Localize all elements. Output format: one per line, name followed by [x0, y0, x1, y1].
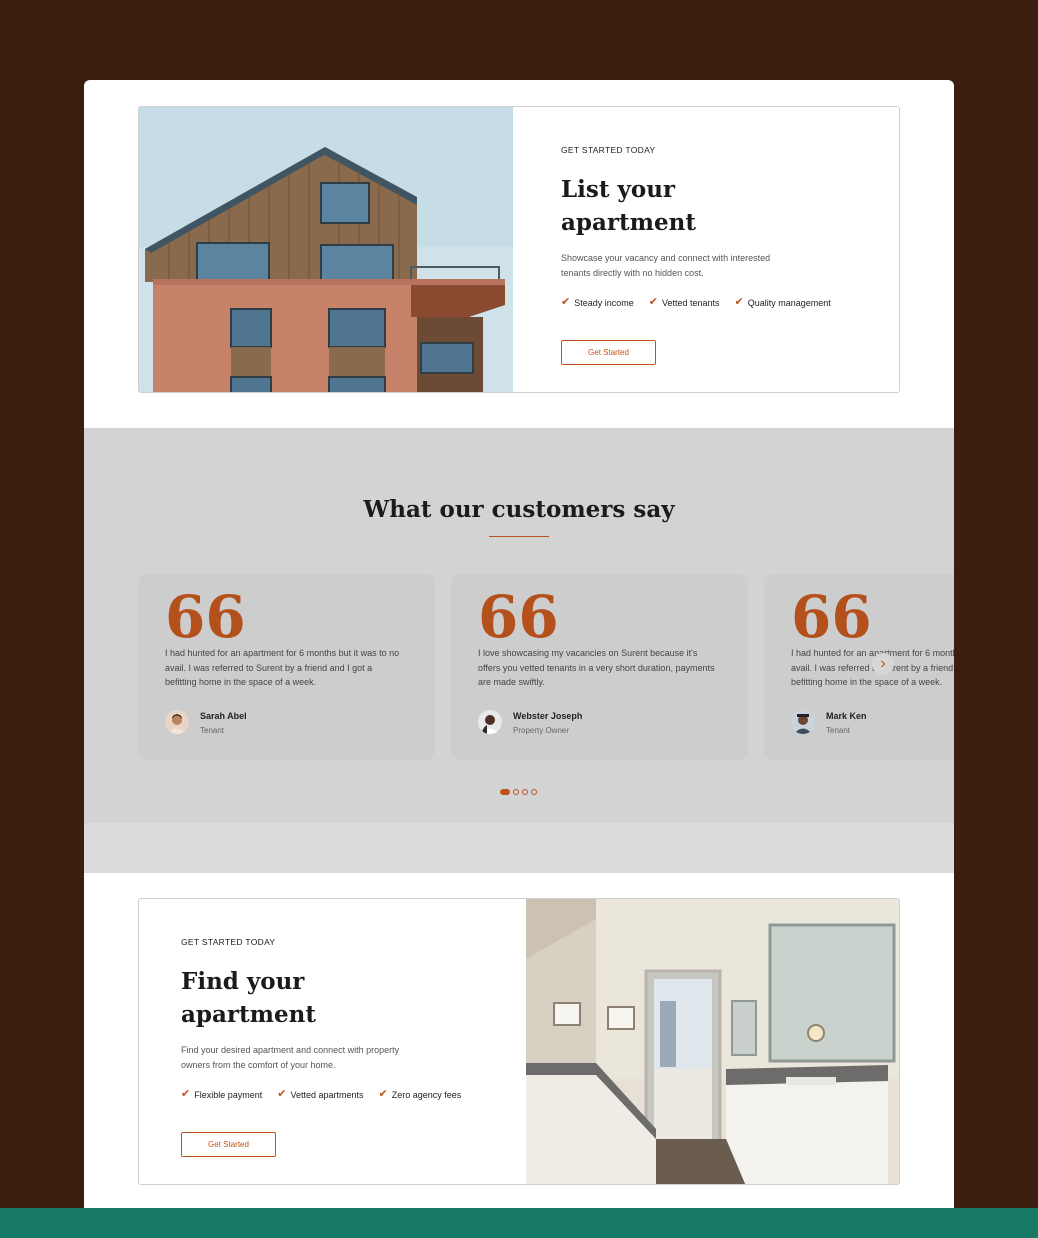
get-started-button[interactable]: Get Started — [181, 1132, 276, 1157]
get-started-button[interactable]: Get Started — [561, 340, 656, 365]
find-apartment-content: GET STARTED TODAY Find your apartment Fi… — [181, 899, 521, 1184]
benefit-item: ✔ Quality management — [735, 297, 831, 308]
check-icon: ✔ — [181, 1088, 191, 1100]
eyebrow-label: GET STARTED TODAY — [181, 937, 276, 947]
testimonial-role: Property Owner — [513, 726, 570, 735]
benefit-item: ✔ Flexible payment — [181, 1089, 262, 1100]
avatar — [165, 710, 189, 734]
benefits-list: ✔ Steady income ✔ Vetted tenants ✔ Quality … — [561, 297, 831, 308]
testimonial-card: 66 I had hunted for an apartment for 6 m… — [764, 574, 954, 760]
testimonial-card: 66 I love showcasing my vacancies on Sur… — [451, 574, 748, 760]
list-apartment-content: GET STARTED TODAY List your apartment Sh… — [561, 107, 899, 392]
quote-icon: 66 — [478, 583, 559, 651]
benefit-item: ✔ Zero agency fees — [379, 1089, 462, 1100]
check-icon: ✔ — [277, 1088, 287, 1100]
pagination-dot-4[interactable] — [531, 789, 537, 795]
pagination-dot-2[interactable] — [513, 789, 519, 795]
benefits-list: ✔ Flexible payment ✔ Vetted apartments ✔ Ze… — [181, 1089, 461, 1100]
benefit-item: ✔ Steady income — [561, 297, 634, 308]
carousel-pagination — [500, 789, 537, 795]
benefit-label: Vetted tenants — [661, 297, 720, 308]
benefit-label: Flexible payment — [194, 1089, 263, 1100]
check-icon: ✔ — [378, 1088, 388, 1100]
benefit-label: Vetted apartments — [290, 1089, 364, 1100]
card-title: List your apartment — [561, 176, 696, 236]
testimonials-panel: What our customers say 66 I had hunted f… — [84, 428, 954, 823]
quote-icon: 66 — [165, 583, 246, 651]
testimonials-section: What our customers say 66 I had hunted f… — [84, 428, 954, 873]
benefit-label: Zero agency fees — [391, 1089, 462, 1100]
list-apartment-card: GET STARTED TODAY List your apartment Sh… — [138, 106, 900, 393]
benefit-item: ✔ Vetted tenants — [649, 297, 720, 308]
quote-icon: 66 — [791, 583, 872, 651]
check-icon: ✔ — [561, 296, 571, 308]
testimonial-name: Mark Ken — [826, 711, 867, 721]
building-photo — [139, 107, 513, 392]
bathroom-photo — [526, 899, 899, 1184]
find-apartment-card: GET STARTED TODAY Find your apartment Fi… — [138, 898, 900, 1185]
testimonial-quote: I love showcasing my vacancies on Surent… — [478, 648, 715, 688]
card-description: Find your desired apartment and connect … — [181, 1045, 400, 1070]
avatar — [478, 710, 502, 734]
pagination-dot-3[interactable] — [522, 789, 528, 795]
title-divider — [489, 536, 549, 537]
chevron-right-icon[interactable]: › — [872, 653, 894, 675]
benefit-label: Steady income — [574, 297, 634, 308]
card-title: Find your apartment — [181, 968, 316, 1028]
footer-strip — [0, 1208, 1038, 1238]
page-content: GET STARTED TODAY List your apartment Sh… — [84, 80, 954, 1208]
avatar — [791, 710, 815, 734]
testimonial-role: Tenant — [826, 726, 851, 735]
benefit-item: ✔ Vetted apartments — [277, 1089, 363, 1100]
testimonial-role: Tenant — [200, 726, 225, 735]
card-description: Showcase your vacancy and connect with i… — [561, 253, 771, 278]
testimonial-quote: I had hunted for an apartment for 6 mont… — [165, 648, 400, 688]
testimonial-name: Sarah Abel — [200, 711, 247, 721]
benefit-label: Quality management — [747, 297, 831, 308]
eyebrow-label: GET STARTED TODAY — [561, 145, 656, 155]
check-icon: ✔ — [734, 296, 744, 308]
pagination-dot-1[interactable] — [500, 789, 510, 795]
check-icon: ✔ — [648, 296, 658, 308]
testimonial-card: 66 I had hunted for an apartment for 6 m… — [138, 574, 435, 760]
section-title: What our customers say — [363, 496, 675, 523]
testimonial-name: Webster Joseph — [513, 711, 583, 721]
